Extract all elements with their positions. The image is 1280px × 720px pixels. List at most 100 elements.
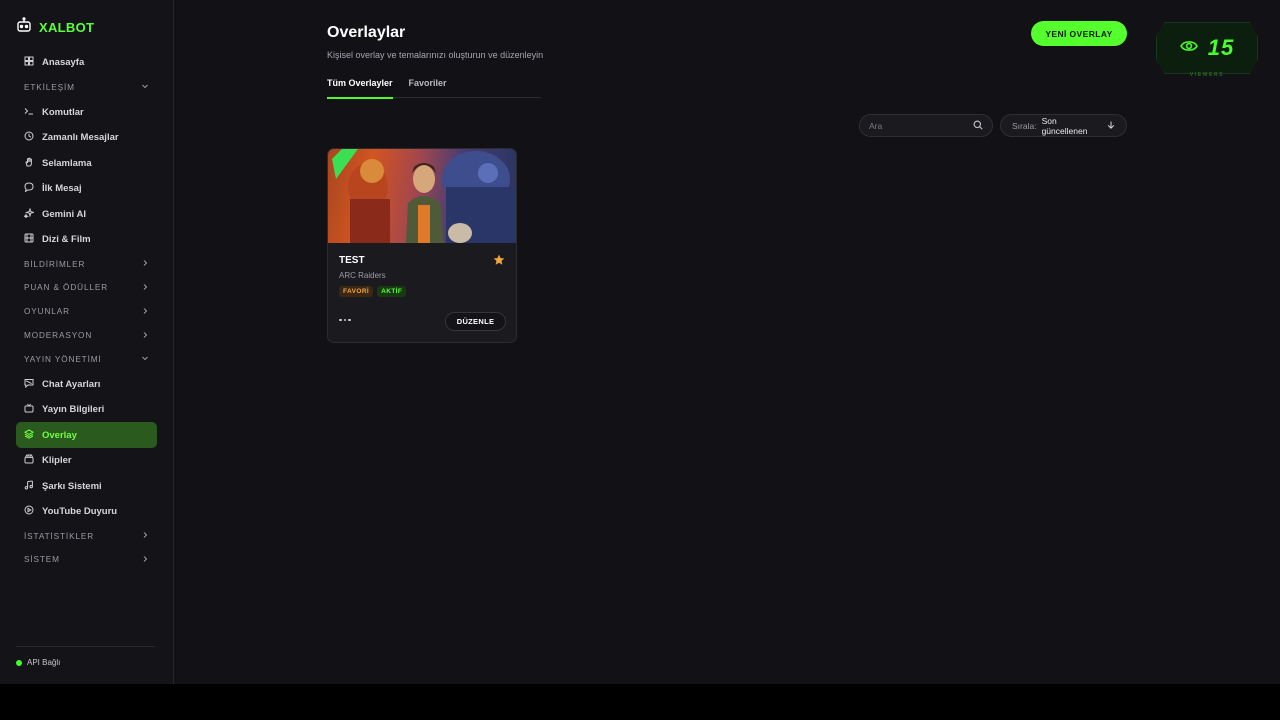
sidebar-item-15[interactable]: Overlay xyxy=(16,422,157,448)
sidebar-section-19[interactable]: İSTATİSTİKLER xyxy=(16,524,157,548)
eye-icon xyxy=(1179,39,1198,58)
sidebar-item-2[interactable]: Komutlar xyxy=(16,99,157,125)
brand-name: XALBOT xyxy=(39,20,95,35)
sidebar-item-label: Klipler xyxy=(42,455,72,467)
page-title: Overlaylar xyxy=(327,24,406,41)
sidebar-section-12[interactable]: YAYIN YÖNETİMİ xyxy=(16,347,157,371)
card-badges: FAVORİ AKTİF xyxy=(339,286,407,297)
sidebar-item-label: İlk Mesaj xyxy=(42,183,82,195)
sidebar-item-18[interactable]: YouTube Duyuru xyxy=(16,499,157,525)
search-icon[interactable] xyxy=(973,117,983,135)
chat-settings-icon xyxy=(24,378,34,391)
chevron-right-icon xyxy=(141,307,149,317)
layers-icon xyxy=(23,428,35,442)
sidebar-item-label: YouTube Duyuru xyxy=(42,506,118,518)
chevron-right-icon xyxy=(141,531,149,541)
tabs: Tüm Overlayler Favoriler xyxy=(327,75,541,99)
api-status-label: API Bağlı xyxy=(27,658,61,667)
sidebar-section-20[interactable]: SİSTEM xyxy=(16,548,157,572)
sidebar-item-label: Şarkı Sistemi xyxy=(42,480,102,492)
sidebar-section-label: BİLDİRİMLER xyxy=(24,259,86,269)
sort-value: Son güncellenen xyxy=(1041,115,1088,136)
chevron-right-icon xyxy=(141,555,149,565)
chevron-down-icon xyxy=(141,354,149,364)
sidebar-item-label: Selamlama xyxy=(42,157,92,169)
sort-dropdown[interactable]: Sırala: Son güncellenen xyxy=(1000,114,1127,137)
sort-label: Sırala: xyxy=(1012,120,1037,131)
sidebar-item-17[interactable]: Şarkı Sistemi xyxy=(16,473,157,499)
favorite-badge: FAVORİ xyxy=(339,286,374,297)
sidebar-section-label: İSTATİSTİKLER xyxy=(24,531,95,541)
chevron-right-icon xyxy=(141,283,149,293)
sidebar-divider xyxy=(16,646,155,647)
new-overlay-button[interactable]: YENİ OVERLAY xyxy=(1031,21,1127,46)
bottom-bar xyxy=(0,684,1280,720)
message-icon xyxy=(24,182,34,195)
sidebar-section-1[interactable]: ETKİLEŞİM xyxy=(16,76,157,100)
chevron-right-icon xyxy=(141,259,149,269)
status-dot-icon xyxy=(16,659,22,666)
terminal-icon xyxy=(24,106,34,119)
youtube-icon xyxy=(24,505,34,518)
overlay-thumbnail xyxy=(328,149,516,243)
hand-icon xyxy=(24,157,34,170)
tv-icon xyxy=(24,403,34,416)
sidebar-item-4[interactable]: Selamlama xyxy=(16,150,157,176)
sidebar-item-label: Komutlar xyxy=(42,106,84,118)
sidebar-item-0[interactable]: Anasayfa xyxy=(16,50,157,76)
sidebar-item-5[interactable]: İlk Mesaj xyxy=(16,176,157,202)
star-icon[interactable] xyxy=(493,253,505,265)
sidebar-item-7[interactable]: Dizi & Film xyxy=(16,227,157,253)
sidebar-section-label: PUAN & ÖDÜLLER xyxy=(24,283,109,293)
sidebar-section-label: YAYIN YÖNETİMİ xyxy=(24,354,102,364)
sidebar: XALBOT Anasayfa ETKİLEŞİM Komutlar Zamanlı … xyxy=(0,0,174,684)
viewers-label: VIEWERS xyxy=(1189,72,1225,78)
sidebar-item-6[interactable]: Gemini AI xyxy=(16,201,157,227)
api-status: API Bağlı xyxy=(16,658,60,667)
film-icon xyxy=(24,233,34,246)
chevron-down-icon xyxy=(141,82,149,92)
sidebar-item-label: Anasayfa xyxy=(42,57,85,69)
card-title: TEST xyxy=(339,255,365,266)
search-box xyxy=(859,114,993,137)
sidebar-section-label: SİSTEM xyxy=(24,555,60,565)
sidebar-item-13[interactable]: Chat Ayarları xyxy=(16,371,157,397)
brand[interactable]: XALBOT xyxy=(16,17,94,38)
robot-icon xyxy=(16,17,32,38)
overlay-card[interactable]: TEST ARC Raiders FAVORİ AKTİF DÜZENLE xyxy=(327,148,517,343)
sidebar-section-label: MODERASYON xyxy=(24,331,93,341)
arrow-down-icon xyxy=(1107,121,1115,131)
sidebar-section-10[interactable]: OYUNLAR xyxy=(16,300,157,324)
viewers-widget: 15 VIEWERS xyxy=(1156,22,1258,78)
search-input[interactable] xyxy=(869,120,969,131)
sidebar-section-label: OYUNLAR xyxy=(24,307,70,317)
viewers-badge: 15 xyxy=(1156,22,1258,74)
page-subtitle: Kişisel overlay ve temalarınızı oluşturu… xyxy=(327,50,544,60)
sidebar-section-label: ETKİLEŞİM xyxy=(24,82,75,92)
tab-favorites[interactable]: Favoriler xyxy=(409,75,447,98)
edit-button[interactable]: DÜZENLE xyxy=(445,312,506,331)
sparkles-icon xyxy=(22,206,36,221)
sidebar-item-3[interactable]: Zamanlı Mesajlar xyxy=(16,125,157,151)
clock-icon xyxy=(24,131,34,144)
card-subtitle: ARC Raiders xyxy=(339,271,386,280)
sidebar-item-16[interactable]: Klipler xyxy=(16,448,157,474)
music-icon xyxy=(24,480,34,493)
sidebar-item-label: Gemini AI xyxy=(42,208,86,220)
sidebar-item-14[interactable]: Yayın Bilgileri xyxy=(16,397,157,423)
sidebar-section-8[interactable]: BİLDİRİMLER xyxy=(16,252,157,276)
more-options-icon[interactable] xyxy=(339,314,353,326)
viewers-count: 15 xyxy=(1207,35,1235,60)
sidebar-item-label: Dizi & Film xyxy=(42,234,91,246)
clip-icon xyxy=(24,454,34,467)
sidebar-item-label: Yayın Bilgileri xyxy=(42,404,105,416)
tab-all-overlays[interactable]: Tüm Overlayler xyxy=(327,75,393,99)
active-badge: AKTİF xyxy=(377,286,407,297)
sidebar-section-11[interactable]: MODERASYON xyxy=(16,324,157,348)
main-content: Overlaylar Kişisel overlay ve temalarını… xyxy=(174,0,1280,684)
grid-icon xyxy=(24,56,34,69)
sidebar-nav: Anasayfa ETKİLEŞİM Komutlar Zamanlı Mesajla… xyxy=(16,50,157,572)
sidebar-section-9[interactable]: PUAN & ÖDÜLLER xyxy=(16,276,157,300)
sidebar-item-label: Zamanlı Mesajlar xyxy=(42,132,119,144)
sidebar-item-label: Chat Ayarları xyxy=(42,378,101,390)
